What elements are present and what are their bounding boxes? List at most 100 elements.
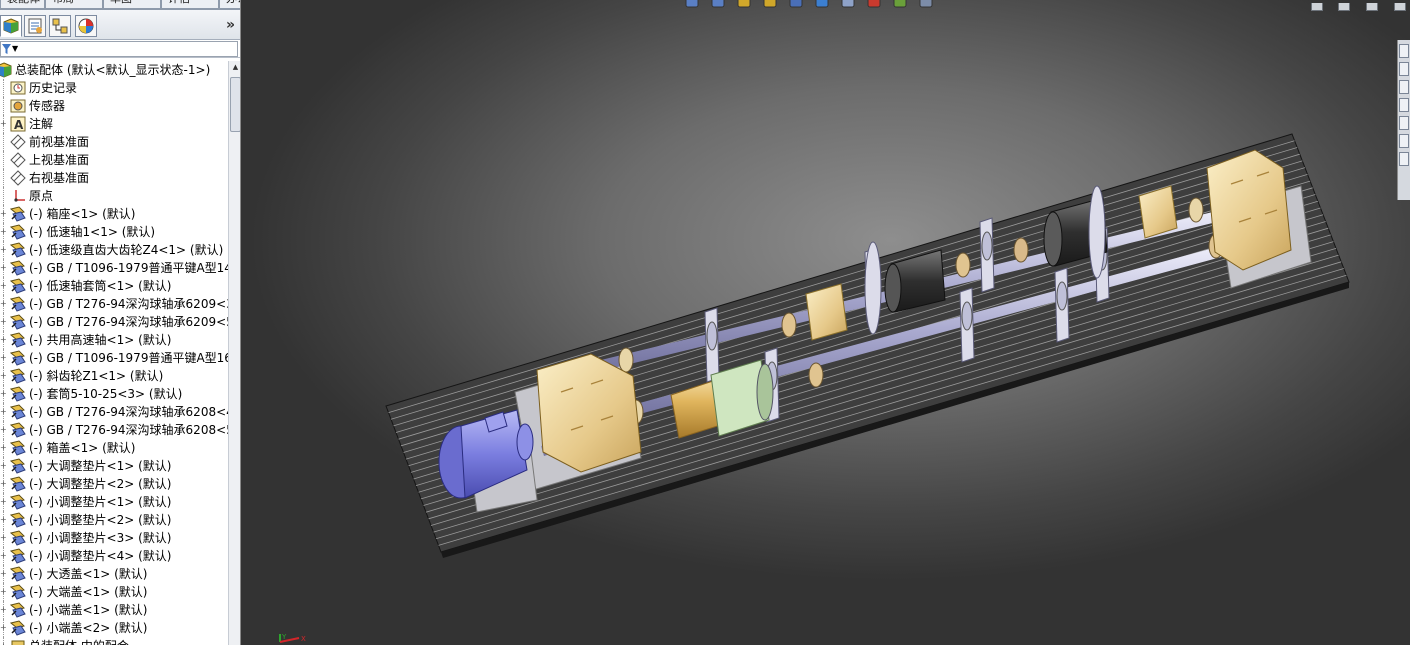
tree-item[interactable]: 上视基准面: [0, 151, 228, 169]
expand-toggle-icon[interactable]: +: [0, 570, 7, 578]
brake-2-face[interactable]: [1043, 211, 1063, 267]
tree-item[interactable]: + (-) 小调整垫片<2> (默认): [0, 511, 228, 529]
tree-item[interactable]: 原点: [0, 187, 228, 205]
expand-toggle-icon[interactable]: +: [0, 282, 7, 290]
expand-toggle-icon[interactable]: +: [0, 228, 7, 236]
tree-item[interactable]: + (-) 箱座<1> (默认): [0, 205, 228, 223]
tab-layout[interactable]: 布局: [45, 0, 103, 9]
tree-item[interactable]: 历史记录: [0, 79, 228, 97]
tree-item[interactable]: + (-) 低速轴套筒<1> (默认): [0, 277, 228, 295]
property-manager-tab[interactable]: [24, 15, 46, 37]
tab-sketch[interactable]: 草图: [103, 0, 161, 9]
brake-1-face[interactable]: [884, 263, 902, 313]
shaft-coupling[interactable]: [781, 312, 797, 338]
bearing-housing[interactable]: [706, 321, 718, 351]
tab-office-products[interactable]: 办公室产品: [219, 0, 240, 9]
featuremanager-tab[interactable]: [0, 15, 22, 37]
tree-item[interactable]: + (-) 小端盖<2> (默认): [0, 619, 228, 637]
tree-item[interactable]: + (-) GB / T276-94深沟球轴承6209<5: [0, 313, 228, 331]
tree-item[interactable]: + (-) 大调整垫片<1> (默认): [0, 457, 228, 475]
tree-item[interactable]: + (-) 大调整垫片<2> (默认): [0, 475, 228, 493]
tree-scrollbar[interactable]: ▲: [228, 61, 240, 645]
tree-item[interactable]: + (-) 小调整垫片<4> (默认): [0, 547, 228, 565]
expand-toggle-icon[interactable]: +: [0, 336, 7, 344]
tree-item[interactable]: + (-) 套筒5-10-25<3> (默认): [0, 385, 228, 403]
tree-root-assembly[interactable]: 总装配体 (默认<默认_显示状态-1>): [0, 61, 228, 79]
expand-toggle-icon[interactable]: +: [0, 588, 7, 596]
shaft-coupling[interactable]: [618, 347, 634, 373]
scroll-thumb[interactable]: [230, 77, 240, 132]
shaft-coupling[interactable]: [1188, 197, 1204, 223]
tree-item[interactable]: + (-) 大端盖<1> (默认): [0, 583, 228, 601]
assembly-3d-model[interactable]: [241, 0, 1410, 645]
brake-flange-1[interactable]: [864, 241, 882, 335]
tree-item[interactable]: + (-) 低速级直齿大齿轮Z4<1> (默认): [0, 241, 228, 259]
tree-filter-input[interactable]: ▼: [0, 41, 238, 57]
expand-toggle-icon[interactable]: +: [0, 516, 7, 524]
graphics-area[interactable]: Y X: [241, 0, 1410, 645]
scroll-up-arrow-icon[interactable]: ▲: [231, 63, 240, 72]
expand-toggle-icon[interactable]: +: [0, 534, 7, 542]
display-manager-tab[interactable]: [75, 15, 97, 37]
tree-item-label: (-) 箱盖<1> (默认): [29, 441, 136, 455]
expand-toggle-icon[interactable]: +: [0, 210, 7, 218]
expand-toggle-icon[interactable]: +: [0, 498, 7, 506]
bearing-housing[interactable]: [981, 231, 993, 261]
expand-toggle-icon[interactable]: +: [0, 354, 7, 362]
expand-toggle-icon[interactable]: +: [0, 426, 7, 434]
tree-item[interactable]: 前视基准面: [0, 133, 228, 151]
tree-item[interactable]: + (-) 大透盖<1> (默认): [0, 565, 228, 583]
tree-item[interactable]: + (-) GB / T276-94深沟球轴承6208<4: [0, 403, 228, 421]
gearbox-right[interactable]: [1206, 149, 1292, 271]
expand-toggle-icon[interactable]: +: [0, 606, 7, 614]
expand-toggle-icon[interactable]: +: [0, 444, 7, 452]
brake-flange-2[interactable]: [1088, 185, 1106, 279]
tree-item[interactable]: + (-) 箱盖<1> (默认): [0, 439, 228, 457]
tree-item[interactable]: + (-) 斜齿轮Z1<1> (默认): [0, 367, 228, 385]
tree-item[interactable]: + (-) 低速轴1<1> (默认): [0, 223, 228, 241]
shaft-coupling[interactable]: [955, 252, 971, 278]
tree-item[interactable]: + (-) GB / T1096-1979普通平键A型16: [0, 349, 228, 367]
tree-item[interactable]: + (-) GB / T1096-1979普通平键A型14: [0, 259, 228, 277]
motor-flange[interactable]: [516, 423, 534, 461]
tree-item[interactable]: + (-) 小调整垫片<1> (默认): [0, 493, 228, 511]
tree-item-label: (-) 低速级直齿大齿轮Z4<1> (默认): [29, 243, 224, 257]
shaft-coupling[interactable]: [1013, 237, 1029, 263]
tab-evaluate[interactable]: 评估: [161, 0, 219, 9]
expand-toggle-icon[interactable]: +: [0, 318, 7, 326]
expand-toggle-icon[interactable]: +: [0, 264, 7, 272]
shaft-coupling[interactable]: [808, 362, 824, 388]
expand-toggle-icon[interactable]: +: [0, 408, 7, 416]
expand-toggle-icon[interactable]: +: [0, 462, 7, 470]
small-reducer-1[interactable]: [805, 283, 848, 341]
gearbox-left[interactable]: [536, 353, 642, 473]
expand-toggle-icon[interactable]: +: [0, 390, 7, 398]
small-reducer-2[interactable]: [1138, 185, 1178, 239]
tree-item[interactable]: + A 注解: [0, 115, 228, 133]
tree-item[interactable]: + (-) 共用高速轴<1> (默认): [0, 331, 228, 349]
expand-toggle-icon[interactable]: +: [0, 372, 7, 380]
expand-toggle-icon[interactable]: +: [0, 552, 7, 560]
expand-toggle-icon[interactable]: +: [0, 120, 7, 128]
tree-item[interactable]: + (-) 小端盖<1> (默认): [0, 601, 228, 619]
tree-item-label: (-) 共用高速轴<1> (默认): [29, 333, 172, 347]
component-icon: [9, 332, 26, 348]
tree-item[interactable]: + (-) GB / T276-94深沟球轴承6209<3: [0, 295, 228, 313]
expand-toggle-icon[interactable]: +: [0, 624, 7, 632]
tree-item[interactable]: 传感器: [0, 97, 228, 115]
expand-panel-button[interactable]: »: [226, 17, 235, 33]
bearing-housing[interactable]: [961, 301, 973, 331]
tab-assembly[interactable]: 装配体: [0, 0, 45, 9]
filter-dropdown-icon[interactable]: ▼: [12, 42, 18, 56]
expand-toggle-icon[interactable]: +: [0, 300, 7, 308]
tree-connector: [3, 151, 4, 169]
expand-toggle-icon[interactable]: +: [0, 480, 7, 488]
tree-item[interactable]: + (-) 小调整垫片<3> (默认): [0, 529, 228, 547]
bearing-housing[interactable]: [1056, 281, 1068, 311]
magnetic-brake-end[interactable]: [756, 363, 774, 421]
tree-item[interactable]: + (-) GB / T276-94深沟球轴承6208<5: [0, 421, 228, 439]
expand-toggle-icon[interactable]: +: [0, 246, 7, 254]
configuration-manager-tab[interactable]: [49, 15, 71, 37]
tree-item[interactable]: +总装配体 中的配合: [0, 637, 228, 645]
tree-item[interactable]: 右视基准面: [0, 169, 228, 187]
